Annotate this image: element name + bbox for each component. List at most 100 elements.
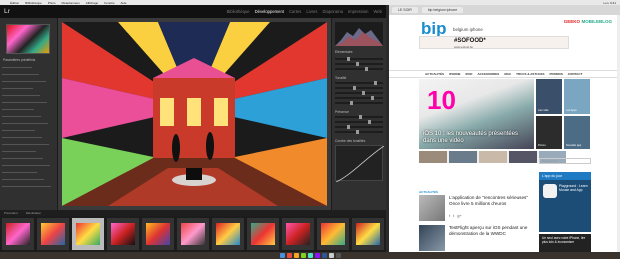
app-icon[interactable] bbox=[293, 253, 299, 258]
adjust-slider[interactable] bbox=[335, 67, 383, 71]
thumb[interactable] bbox=[479, 151, 507, 163]
search-input[interactable]: Rechercher bbox=[539, 158, 591, 164]
ad-banner[interactable]: #SOFOOD* www.sofood.be bbox=[419, 36, 569, 49]
brand-mobileblog[interactable]: MOBILEBLOG bbox=[582, 19, 613, 24]
nav-item[interactable]: ACTUALITÉS bbox=[425, 72, 444, 76]
thumb[interactable] bbox=[419, 151, 447, 163]
preset-row[interactable] bbox=[2, 143, 54, 146]
panel-label[interactable]: Présence bbox=[335, 110, 349, 114]
app-icon[interactable] bbox=[300, 253, 306, 258]
navigator-thumbnail[interactable] bbox=[6, 24, 50, 54]
panel-label[interactable]: Tonalité bbox=[335, 76, 346, 80]
film-thumb-selected[interactable] bbox=[72, 218, 104, 250]
preset-row[interactable] bbox=[2, 101, 54, 104]
menu-item[interactable]: Édition bbox=[10, 1, 19, 5]
preset-row[interactable] bbox=[2, 171, 54, 174]
module-slideshow[interactable]: Diaporama bbox=[322, 9, 342, 14]
presets-header[interactable]: Paramètres prédéfinis bbox=[3, 58, 35, 62]
finder-icon[interactable] bbox=[279, 253, 285, 258]
nav-item[interactable]: MAC bbox=[504, 72, 511, 76]
nav-item[interactable]: CONTACT bbox=[568, 72, 582, 76]
menu-item[interactable]: Photo bbox=[48, 1, 56, 5]
app-of-the-day[interactable]: L'app du jour Playground : Learn Mouse a… bbox=[539, 172, 591, 232]
app-icon[interactable] bbox=[314, 253, 320, 258]
menu-item[interactable]: Métadonnées bbox=[62, 1, 80, 5]
menu-item[interactable]: Bibliothèque bbox=[25, 1, 42, 5]
preset-row[interactable] bbox=[2, 136, 54, 139]
thumb[interactable] bbox=[509, 151, 537, 163]
tab-le-soir[interactable]: LE SOIR bbox=[392, 7, 418, 13]
module-book[interactable]: Livres bbox=[306, 9, 317, 14]
film-thumb[interactable] bbox=[107, 218, 139, 250]
hero-article[interactable]: 10 iOS 10 : les nouveautés présentées da… bbox=[419, 79, 534, 149]
film-thumb[interactable] bbox=[2, 218, 34, 250]
preset-row[interactable] bbox=[2, 178, 54, 181]
preset-row[interactable] bbox=[2, 185, 54, 188]
adjust-slider[interactable] bbox=[335, 91, 383, 95]
adjust-slider[interactable] bbox=[335, 86, 383, 90]
side-tile[interactable]: Lien utile bbox=[536, 79, 562, 114]
previous-button[interactable]: Précédent bbox=[4, 211, 18, 215]
module-web[interactable]: Web bbox=[373, 9, 382, 14]
preset-row[interactable] bbox=[2, 122, 54, 125]
adjust-slider[interactable] bbox=[335, 125, 383, 129]
film-thumb[interactable] bbox=[142, 218, 174, 250]
adjust-slider[interactable] bbox=[335, 130, 383, 134]
film-thumb[interactable] bbox=[177, 218, 209, 250]
module-map[interactable]: Cartes bbox=[289, 9, 301, 14]
preset-row[interactable] bbox=[2, 129, 54, 132]
menu-item[interactable]: Fenêtre bbox=[104, 1, 114, 5]
module-print[interactable]: Impression bbox=[348, 9, 368, 14]
film-thumb[interactable] bbox=[282, 218, 314, 250]
app-icon[interactable] bbox=[328, 253, 334, 258]
reset-button[interactable]: Réinitialiser bbox=[26, 211, 42, 215]
side-tile[interactable]: Nouvelle app bbox=[564, 116, 590, 149]
adjust-slider[interactable] bbox=[335, 115, 383, 119]
preset-row[interactable] bbox=[2, 157, 54, 160]
nav-item[interactable]: TRUCS & ASTUCES bbox=[516, 72, 544, 76]
preset-row[interactable] bbox=[2, 87, 54, 90]
preset-row[interactable] bbox=[2, 108, 54, 111]
article-thumb[interactable] bbox=[419, 195, 445, 221]
film-thumb[interactable] bbox=[37, 218, 69, 250]
preset-row[interactable] bbox=[2, 73, 54, 76]
trash-icon[interactable] bbox=[335, 253, 341, 258]
side-tile[interactable]: Les Apps bbox=[564, 79, 590, 114]
film-thumb[interactable] bbox=[212, 218, 244, 250]
nav-item[interactable]: ACCESSOIRES bbox=[477, 72, 499, 76]
side-tile[interactable]: Promo bbox=[536, 116, 562, 149]
module-develop[interactable]: Développement bbox=[255, 9, 284, 14]
thumb[interactable] bbox=[449, 151, 477, 163]
preset-row[interactable] bbox=[2, 66, 54, 69]
article-thumb[interactable] bbox=[419, 225, 445, 251]
app-icon[interactable] bbox=[286, 253, 292, 258]
adjust-slider[interactable] bbox=[335, 62, 383, 66]
adjust-slider[interactable] bbox=[335, 120, 383, 124]
preset-row[interactable] bbox=[2, 80, 54, 83]
article[interactable]: TestFlight aperçu sur iOS pendant une dé… bbox=[419, 225, 534, 251]
preset-row[interactable] bbox=[2, 115, 54, 118]
brand-geeko[interactable]: GEEKO bbox=[564, 19, 580, 24]
adjust-slider[interactable] bbox=[335, 57, 383, 61]
app-icon[interactable] bbox=[307, 253, 313, 258]
preset-row[interactable] bbox=[2, 164, 54, 167]
lightroom-icon[interactable] bbox=[321, 253, 327, 258]
film-thumb[interactable] bbox=[247, 218, 279, 250]
menu-item[interactable]: Affichage bbox=[86, 1, 98, 5]
film-thumb[interactable] bbox=[317, 218, 349, 250]
sidebar-ad[interactable]: Un seul avec votre iPhone, lire plus loi… bbox=[539, 234, 591, 252]
facebook-icon[interactable]: f bbox=[449, 213, 450, 218]
film-thumb[interactable] bbox=[352, 218, 384, 250]
nav-item[interactable]: IPHONE bbox=[449, 72, 461, 76]
panel-label[interactable]: Elementaire bbox=[335, 50, 353, 54]
article-title[interactable]: TestFlight aperçu sur iOS pendant une dé… bbox=[449, 225, 534, 237]
gplus-icon[interactable]: g+ bbox=[457, 213, 462, 218]
preset-row[interactable] bbox=[2, 94, 54, 97]
article[interactable]: L'application de "rencontres sérieuses" … bbox=[419, 195, 534, 221]
twitter-icon[interactable]: t bbox=[453, 213, 454, 218]
photo-canvas[interactable] bbox=[58, 18, 331, 210]
nav-item[interactable]: IPAD bbox=[466, 72, 473, 76]
adjust-slider[interactable] bbox=[335, 96, 383, 100]
article-title[interactable]: L'application de "rencontres sérieuses" … bbox=[449, 195, 534, 207]
panel-label[interactable]: Courbe des tonalités bbox=[335, 139, 365, 143]
